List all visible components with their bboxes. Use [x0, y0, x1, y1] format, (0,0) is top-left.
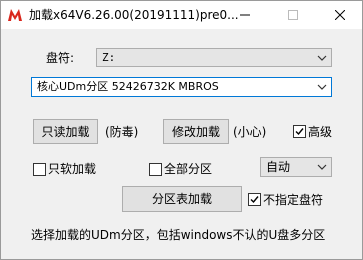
soft-load-label[interactable]: 只软加载 — [48, 161, 96, 177]
modify-note: (小心) — [233, 125, 267, 139]
all-partitions-checkbox[interactable] — [149, 163, 162, 176]
minimize-icon — [240, 14, 250, 16]
checkmark-icon — [250, 196, 259, 204]
close-button[interactable] — [323, 1, 357, 29]
partition-select[interactable]: 核心UDm分区 52426732K MBROS — [31, 77, 332, 97]
no-drive-letter-label[interactable]: 不指定盘符 — [263, 192, 323, 208]
drive-select[interactable]: Z: — [96, 48, 332, 67]
close-icon — [335, 10, 345, 20]
advanced-label[interactable]: 高级 — [308, 124, 332, 140]
client-area: 盘符: Z: 核心UDm分区 52426732K MBROS 只读加载 (防毒)… — [1, 29, 362, 259]
minimize-button[interactable] — [228, 1, 262, 29]
status-hint: 选择加载的UDm分区，包括windows不认的U盘多分区 — [31, 228, 326, 242]
modify-load-button[interactable]: 修改加载 — [163, 119, 229, 144]
chevron-down-icon — [317, 84, 327, 90]
partition-value: 核心UDm分区 52426732K MBROS — [37, 80, 219, 93]
checkmark-icon — [295, 128, 304, 136]
chevron-down-icon — [317, 55, 327, 61]
no-drive-letter-checkbox[interactable] — [248, 193, 261, 206]
mode-select[interactable]: 自动 — [260, 157, 332, 177]
title-bar[interactable]: 加载x64V6.26.00(20191111)pre0... — [1, 1, 362, 29]
maximize-icon — [288, 10, 298, 20]
soft-load-checkbox[interactable] — [33, 163, 46, 176]
all-partitions-label[interactable]: 全部分区 — [164, 161, 212, 177]
maximize-button[interactable] — [276, 1, 310, 29]
advanced-checkbox[interactable] — [293, 125, 306, 138]
drive-value: Z: — [102, 51, 116, 64]
readonly-note: (防毒) — [105, 125, 139, 139]
drive-label: 盘符: — [46, 51, 75, 65]
chevron-down-icon — [317, 164, 327, 170]
partition-table-load-button[interactable]: 分区表加载 — [122, 186, 242, 212]
app-window: 加载x64V6.26.00(20191111)pre0... 盘符: Z: 核心… — [0, 0, 363, 260]
window-title: 加载x64V6.26.00(20191111)pre0... — [29, 8, 239, 22]
readonly-load-button[interactable]: 只读加载 — [33, 119, 98, 144]
mode-value: 自动 — [266, 160, 291, 174]
app-logo-icon — [7, 7, 23, 23]
